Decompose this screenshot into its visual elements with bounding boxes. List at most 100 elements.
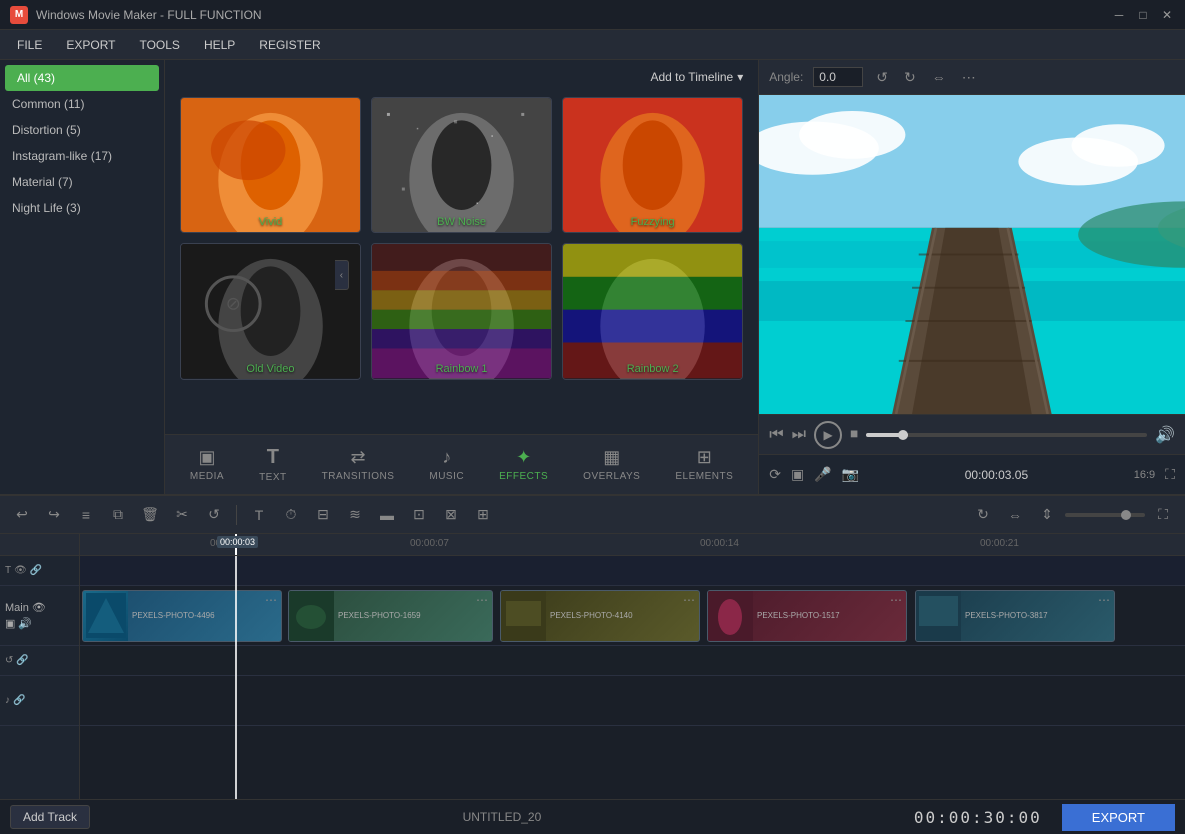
prev-frame-btn[interactable]: ⏭ <box>792 426 806 444</box>
category-common[interactable]: Common (11) <box>0 91 164 117</box>
loop-btn[interactable]: ↻ <box>969 501 997 529</box>
tab-effects[interactable]: ✦ EFFECTS <box>484 441 563 488</box>
menu-export[interactable]: EXPORT <box>54 34 127 56</box>
effects-category-list: All (43) Common (11) Distortion (5) Inst… <box>0 60 164 494</box>
settings-btn[interactable]: ≡ <box>72 501 100 529</box>
tab-transitions[interactable]: ⇄ TRANSITIONS <box>307 441 410 488</box>
maximize-button[interactable]: □ <box>1135 7 1151 23</box>
effect-fuzzying[interactable]: Fuzzying <box>562 97 743 233</box>
effect-vivid[interactable]: Vivid <box>180 97 361 233</box>
tab-elements[interactable]: ⊞ ELEMENTS <box>660 441 748 488</box>
progress-bar[interactable] <box>866 433 1147 437</box>
tool-crop[interactable]: ▣ <box>791 466 804 483</box>
skip-back-btn[interactable]: ⏮ <box>769 426 783 444</box>
effect-rainbow1[interactable]: Rainbow 1 <box>371 243 552 379</box>
clip-3[interactable]: PEXELS-PHOTO-4140 ⋯ <box>500 590 700 642</box>
menu-tools[interactable]: TOOLS <box>127 34 191 56</box>
tab-media[interactable]: ▣ MEDIA <box>175 441 239 488</box>
zoom-slider[interactable] <box>1065 513 1145 517</box>
play-button[interactable]: ▶ <box>814 421 842 449</box>
tab-music[interactable]: ♪ MUSIC <box>414 441 479 488</box>
crop-tl-btn[interactable]: ⊡ <box>405 501 433 529</box>
clip-1-menu[interactable]: ⋯ <box>265 593 277 607</box>
effect-bwnoise-label: BW Noise <box>372 216 551 228</box>
main-track-audio-icon[interactable]: 🔊 <box>18 617 32 630</box>
fx-track-link-icon[interactable]: 🔗 <box>16 655 28 666</box>
more-btn[interactable]: ⋯ <box>959 66 979 89</box>
clip-4[interactable]: PEXELS-PHOTO-1517 ⋯ <box>707 590 907 642</box>
minimize-button[interactable]: ─ <box>1111 7 1127 23</box>
motion-btn[interactable]: ≋ <box>341 501 369 529</box>
volume-btn[interactable]: 🔊 <box>1155 425 1175 445</box>
track-label-text: T 👁 🔗 <box>0 556 79 586</box>
text-track-icon: T <box>5 565 11 576</box>
grid-btn[interactable]: ⊞ <box>469 501 497 529</box>
clip-5-menu[interactable]: ⋯ <box>1098 593 1110 607</box>
clip-2[interactable]: PEXELS-PHOTO-1659 ⋯ <box>288 590 493 642</box>
main-track-eye-icon[interactable]: 👁 <box>32 601 46 614</box>
tool-snap[interactable]: ⟳ <box>769 466 781 483</box>
effect-bwnoise[interactable]: BW Noise <box>371 97 552 233</box>
snap-btn[interactable]: ⊟ <box>309 501 337 529</box>
effect-rainbow2[interactable]: Rainbow 2 <box>562 243 743 379</box>
effect-oldvideo[interactable]: ⊘ Old Video <box>180 243 361 379</box>
tab-text[interactable]: T TEXT <box>244 440 302 489</box>
text-icon: T <box>267 446 279 469</box>
copy-btn[interactable]: ⧉ <box>104 501 132 529</box>
redo-btn[interactable]: ↪ <box>40 501 68 529</box>
bg-btn[interactable]: ▬ <box>373 501 401 529</box>
clip-1-thumb <box>83 591 128 641</box>
close-button[interactable]: ✕ <box>1159 7 1175 23</box>
fullscreen-btn[interactable]: ⛶ <box>1165 466 1175 483</box>
stop-btn[interactable]: ⏹ <box>850 426 858 444</box>
tab-overlays[interactable]: ▦ OVERLAYS <box>568 441 655 488</box>
tool-mic[interactable]: 🎤 <box>814 466 831 483</box>
angle-label: Angle: <box>769 70 803 84</box>
split-btn[interactable]: ✂ <box>168 501 196 529</box>
main-track-video-icon[interactable]: ▣ <box>5 617 15 630</box>
clip-4-menu[interactable]: ⋯ <box>890 593 902 607</box>
audio-track-link-icon[interactable]: 🔗 <box>13 695 25 706</box>
export-button[interactable]: EXPORT <box>1062 804 1175 831</box>
ruler-spacer <box>0 534 79 556</box>
clip-2-menu[interactable]: ⋯ <box>476 593 488 607</box>
category-material[interactable]: Material (7) <box>0 169 164 195</box>
category-distortion[interactable]: Distortion (5) <box>0 117 164 143</box>
undo-rotate-btn[interactable]: ↺ <box>873 66 891 89</box>
collapse-handle[interactable]: ‹ <box>335 260 349 290</box>
contract-btn[interactable]: ⇕ <box>1033 501 1061 529</box>
clip-1[interactable]: PEXELS-PHOTO-4496 ⋯ <box>82 590 282 642</box>
effects-grid-area: Add to Timeline ▾ <box>165 60 758 434</box>
trim-btn[interactable]: ↺ <box>200 501 228 529</box>
category-instagram[interactable]: Instagram-like (17) <box>0 143 164 169</box>
playhead-ruler: 00:00:03 <box>235 534 237 555</box>
add-track-button[interactable]: Add Track <box>10 805 90 829</box>
category-all[interactable]: All (43) <box>5 65 159 91</box>
clip-4-info: PEXELS-PHOTO-1517 <box>753 609 906 622</box>
audio-track-row <box>80 676 1185 726</box>
menu-help[interactable]: HELP <box>192 34 247 56</box>
effect-rainbow2-thumb: Rainbow 2 <box>563 244 742 378</box>
delete-btn[interactable]: 🗑 <box>136 501 164 529</box>
text-track-eye-icon[interactable]: 👁 <box>14 565 27 576</box>
tool-camera[interactable]: 📷 <box>842 466 859 483</box>
expand-btn[interactable]: ⇔ <box>1001 501 1029 529</box>
angle-input[interactable] <box>813 67 863 87</box>
text-track-link-icon[interactable]: 🔗 <box>30 565 42 576</box>
category-nightlife[interactable]: Night Life (3) <box>0 195 164 221</box>
redo-rotate-btn[interactable]: ↻ <box>901 66 919 89</box>
add-to-timeline-button[interactable]: Add to Timeline ▾ <box>651 70 744 84</box>
menu-file[interactable]: FILE <box>5 34 54 56</box>
clip-4-thumb <box>708 591 753 641</box>
fx-track-icon: ↺ <box>5 655 13 666</box>
undo-btn[interactable]: ↩ <box>8 501 36 529</box>
stabilize-btn[interactable]: ⊠ <box>437 501 465 529</box>
time-btn[interactable]: ⏱ <box>277 501 305 529</box>
text-btn[interactable]: T <box>245 501 273 529</box>
flip-h-btn[interactable]: ⇔ <box>929 66 949 88</box>
clip-5[interactable]: PEXELS-PHOTO-3817 ⋯ <box>915 590 1115 642</box>
left-panel: All (43) Common (11) Distortion (5) Inst… <box>0 60 165 494</box>
fullscreen-tl-btn[interactable]: ⛶ <box>1149 501 1177 529</box>
clip-3-menu[interactable]: ⋯ <box>683 593 695 607</box>
menu-register[interactable]: REGISTER <box>247 34 332 56</box>
